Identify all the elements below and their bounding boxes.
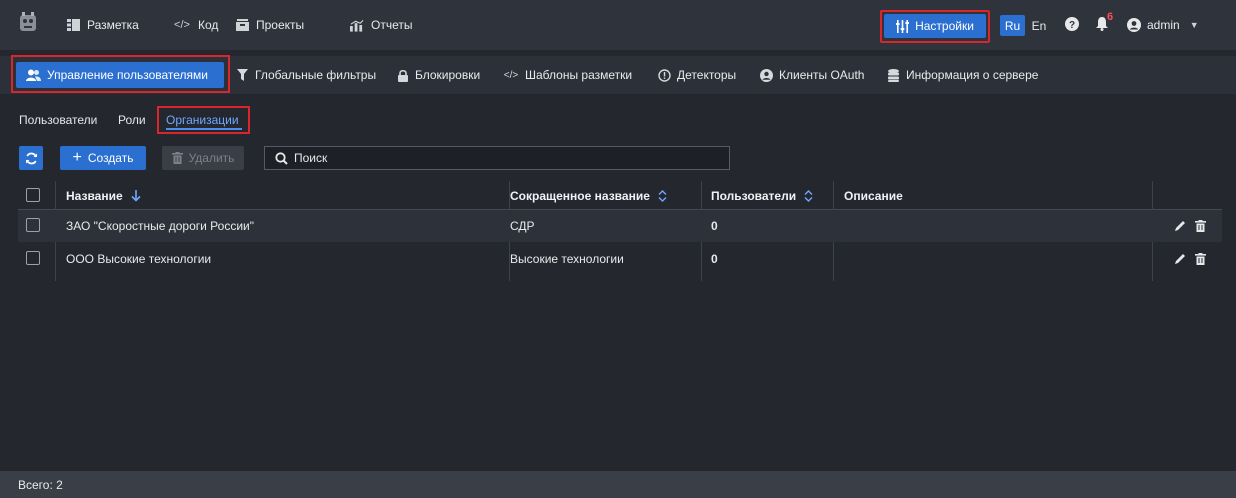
projects-icon <box>235 18 249 32</box>
chevron-down-icon: ▼ <box>1189 20 1199 30</box>
edit-icon[interactable] <box>1173 219 1187 233</box>
trash-icon[interactable] <box>1193 252 1207 266</box>
org-short-name-cell: СДР <box>510 219 535 233</box>
lock-icon <box>396 69 409 82</box>
nav-projects-label: Проекты <box>256 18 305 32</box>
refresh-icon <box>25 152 38 165</box>
global-filters-label: Глобальные фильтры <box>255 68 377 82</box>
plus-icon: + <box>72 149 82 166</box>
code-icon: </> <box>174 19 190 31</box>
org-name-cell: ЗАО "Скоростные дороги России" <box>66 219 254 233</box>
column-description-label: Описание <box>844 188 903 203</box>
column-short-name-label: Сокращенное название <box>510 188 650 203</box>
detectors-tab[interactable]: Детекторы <box>658 66 736 84</box>
user-name: admin <box>1147 18 1180 32</box>
column-users-header[interactable]: Пользователи <box>711 181 813 210</box>
locks-tab[interactable]: Блокировки <box>396 66 480 84</box>
org-users-cell: 0 <box>711 252 718 266</box>
create-label: Создать <box>87 151 134 165</box>
total-count: Всего: 2 <box>18 477 63 492</box>
edit-icon[interactable] <box>1173 252 1187 266</box>
trash-icon <box>171 152 183 164</box>
locks-label: Блокировки <box>415 68 481 82</box>
column-name-header[interactable]: Название <box>66 181 141 210</box>
help-icon[interactable]: ? <box>1065 17 1079 31</box>
column-short-name-header[interactable]: Сокращенное название <box>510 181 667 210</box>
app-logo[interactable] <box>18 12 38 34</box>
search-box[interactable] <box>264 146 730 170</box>
column-users-label: Пользователи <box>711 188 797 203</box>
row-checkbox[interactable] <box>26 218 40 232</box>
org-name-cell: ООО Высокие технологии <box>66 252 212 266</box>
create-button[interactable]: + Создать <box>60 146 146 170</box>
detectors-label: Детекторы <box>677 68 737 82</box>
global-filters-tab[interactable]: Глобальные фильтры <box>236 66 376 84</box>
markup-templates-tab[interactable]: </> Шаблоны разметки <box>503 66 632 84</box>
user-menu[interactable]: admin ▼ <box>1127 16 1199 34</box>
oauth-clients-label: Клиенты OAuth <box>779 68 865 82</box>
server-info-label: Информация о сервере <box>906 68 1039 82</box>
refresh-button[interactable] <box>19 146 43 170</box>
search-input[interactable] <box>294 151 714 165</box>
settings-button[interactable]: Настройки <box>884 14 986 38</box>
alert-circle-icon <box>658 68 671 82</box>
sliders-icon <box>896 19 910 33</box>
lang-en-button[interactable]: En <box>1028 15 1050 36</box>
active-tab-underline <box>166 128 242 130</box>
delete-label: Удалить <box>188 151 235 165</box>
nav-code[interactable]: </> Код <box>173 16 218 34</box>
notification-count-badge: 6 <box>1107 11 1114 23</box>
code-icon: </> <box>503 69 519 81</box>
nav-code-label: Код <box>198 18 219 32</box>
sort-icon <box>804 189 813 202</box>
nav-markup[interactable]: Разметка <box>66 16 139 34</box>
delete-button[interactable]: Удалить <box>162 146 244 170</box>
row-checkbox[interactable] <box>26 251 40 265</box>
select-all-checkbox[interactable] <box>26 188 40 202</box>
column-name-label: Название <box>66 188 123 203</box>
user-circle-icon <box>760 68 773 82</box>
server-info-tab[interactable]: Информация о сервере <box>887 66 1038 84</box>
tab-organizations[interactable]: Организации <box>166 113 239 129</box>
tab-roles[interactable]: Роли <box>118 113 146 129</box>
settings-label: Настройки <box>915 19 974 33</box>
nav-reports[interactable]: Отчеты <box>350 16 412 34</box>
users-icon <box>26 69 41 81</box>
trash-icon[interactable] <box>1193 219 1207 233</box>
oauth-clients-tab[interactable]: Клиенты OAuth <box>760 66 864 84</box>
markup-icon <box>66 18 80 32</box>
nav-projects[interactable]: Проекты <box>235 16 304 34</box>
nav-reports-label: Отчеты <box>371 18 413 32</box>
reports-icon <box>350 18 364 32</box>
search-icon <box>275 151 288 165</box>
user-management-tab[interactable]: Управление пользователями <box>16 62 224 88</box>
filter-icon <box>236 69 249 82</box>
table-header: Название Сокращенное название Пользовате… <box>18 181 1222 210</box>
tab-users[interactable]: Пользователи <box>19 113 97 129</box>
column-description-header[interactable]: Описание <box>844 181 903 210</box>
nav-markup-label: Разметка <box>87 18 139 32</box>
table-row[interactable]: ЗАО "Скоростные дороги России" СДР 0 <box>18 210 1222 242</box>
sort-desc-icon <box>131 189 141 202</box>
database-icon <box>887 68 900 82</box>
org-short-name-cell: Высокие технологии <box>510 252 624 266</box>
markup-templates-label: Шаблоны разметки <box>525 68 633 82</box>
user-circle-icon <box>1127 18 1141 32</box>
table-footer: Всего: 2 <box>0 471 1236 498</box>
sort-icon <box>658 189 667 202</box>
svg-text:?: ? <box>1069 20 1075 31</box>
user-management-label: Управление пользователями <box>47 68 208 82</box>
lang-ru-button[interactable]: Ru <box>1000 15 1025 36</box>
table-row[interactable]: ООО Высокие технологии Высокие технологи… <box>18 243 1222 275</box>
org-users-cell: 0 <box>711 219 718 233</box>
